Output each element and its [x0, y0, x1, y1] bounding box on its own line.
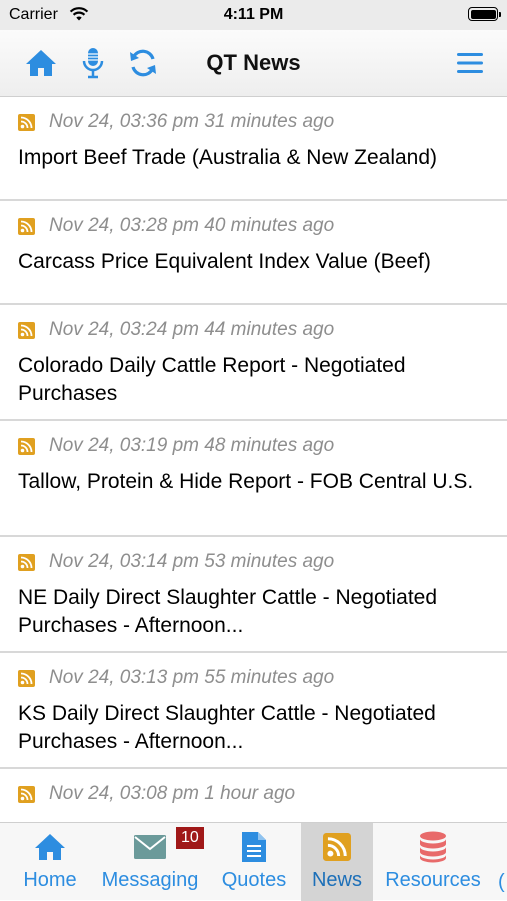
tab-bar: Home Messaging 10 Quotes News Resources	[0, 822, 507, 901]
status-bar: Carrier 4:11 PM	[0, 0, 507, 30]
rss-icon	[18, 553, 35, 571]
tab-overflow-indicator[interactable]: (	[498, 871, 507, 893]
news-title: KS Daily Direct Slaughter Cattle - Negot…	[18, 702, 436, 753]
news-item[interactable]: Nov 24, 03:19 pm 48 minutes ago Tallow, …	[0, 421, 507, 537]
rss-icon	[323, 833, 351, 861]
document-icon	[242, 832, 266, 862]
news-title: NE Daily Direct Slaughter Cattle - Negot…	[18, 586, 438, 637]
rss-icon	[18, 669, 35, 687]
nav-header: QT News	[0, 30, 507, 97]
tab-label: Home	[23, 869, 77, 891]
news-item[interactable]: Nov 24, 03:36 pm 31 minutes ago Import B…	[0, 97, 507, 201]
tab-quotes[interactable]: Quotes	[214, 823, 294, 901]
news-date: Nov 24, 03:36 pm 31 minutes ago	[49, 111, 335, 132]
tab-label: Messaging	[101, 869, 199, 891]
rss-icon	[18, 321, 35, 339]
tab-label: News	[311, 869, 362, 891]
unread-badge: 10	[176, 827, 204, 849]
news-item[interactable]: Nov 24, 03:28 pm 40 minutes ago Carcass …	[0, 201, 507, 305]
news-date: Nov 24, 03:24 pm 44 minutes ago	[49, 319, 335, 340]
tab-messaging[interactable]: Messaging 10	[96, 823, 204, 901]
rss-icon	[18, 217, 35, 235]
rss-icon	[18, 785, 35, 803]
news-date: Nov 24, 03:08 pm 1 hour ago	[49, 783, 296, 804]
clock: 4:11 PM	[223, 6, 284, 23]
menu-icon[interactable]	[453, 46, 487, 80]
rss-icon	[18, 437, 35, 455]
tab-label: Resources	[385, 869, 481, 891]
news-date: Nov 24, 03:14 pm 53 minutes ago	[49, 551, 335, 572]
news-title: Colorado Daily Cattle Report - Negotiate…	[18, 354, 406, 405]
news-title: Tallow, Protein & Hide Report - FOB Cent…	[18, 470, 474, 493]
news-item[interactable]: Nov 24, 03:14 pm 53 minutes ago NE Daily…	[0, 537, 507, 653]
news-item[interactable]: Nov 24, 03:08 pm 1 hour ago	[0, 769, 507, 822]
tab-resources[interactable]: Resources	[382, 823, 484, 901]
news-date: Nov 24, 03:28 pm 40 minutes ago	[49, 215, 335, 236]
news-date: Nov 24, 03:19 pm 48 minutes ago	[49, 435, 335, 456]
news-item[interactable]: Nov 24, 03:13 pm 55 minutes ago KS Daily…	[0, 653, 507, 769]
news-title: Carcass Price Equivalent Index Value (Be…	[18, 250, 431, 273]
battery-icon	[468, 7, 501, 21]
page-title: QT News	[206, 50, 301, 75]
rss-icon	[18, 113, 35, 131]
news-list: Nov 24, 03:36 pm 31 minutes ago Import B…	[0, 97, 507, 822]
envelope-icon	[134, 835, 166, 859]
news-date: Nov 24, 03:13 pm 55 minutes ago	[49, 667, 335, 688]
news-title: Import Beef Trade (Australia & New Zeala…	[18, 146, 438, 169]
database-icon	[420, 831, 446, 863]
home-icon	[35, 834, 65, 860]
tab-news[interactable]: News	[301, 823, 373, 901]
tab-home[interactable]: Home	[12, 823, 88, 901]
tab-label: Quotes	[221, 869, 287, 891]
news-item[interactable]: Nov 24, 03:24 pm 44 minutes ago Colorado…	[0, 305, 507, 421]
